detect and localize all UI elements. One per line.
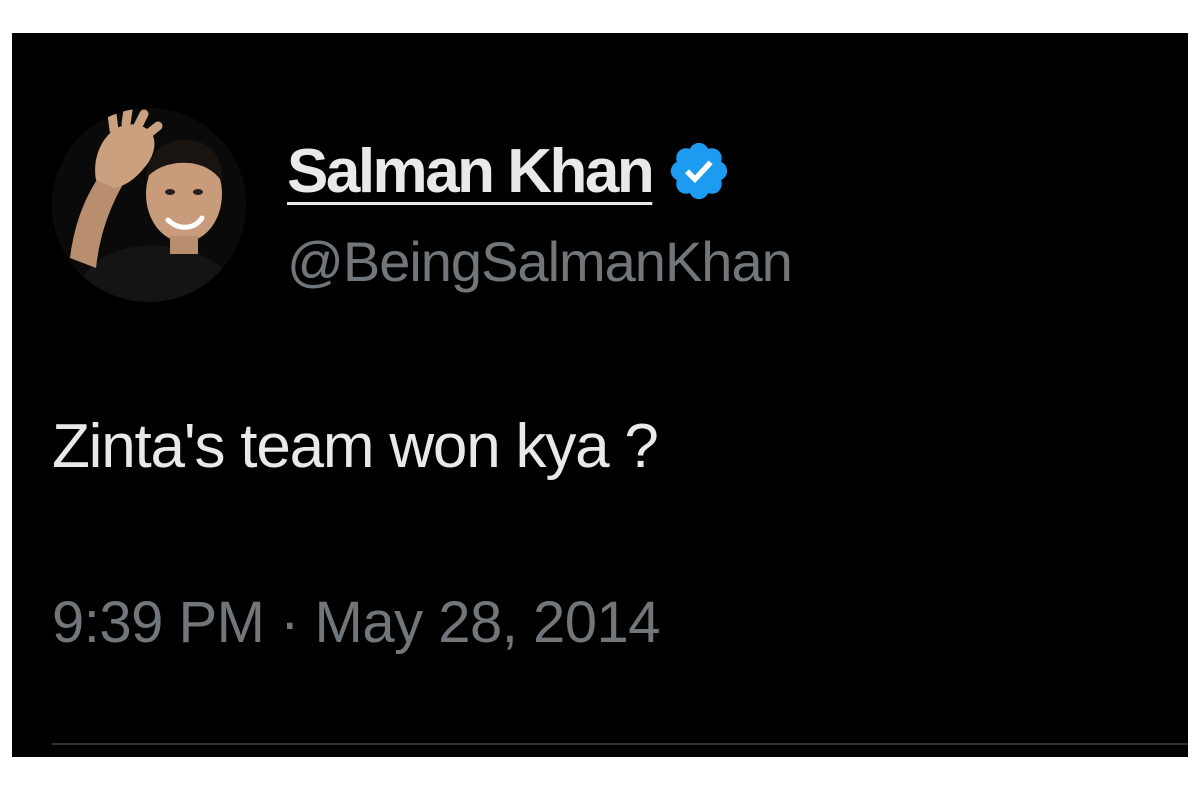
tweet-timestamp[interactable]: 9:39 PM · May 28, 2014 [52, 589, 661, 656]
author-avatar[interactable] [52, 108, 246, 302]
author-handle[interactable]: @BeingSalmanKhan [287, 229, 793, 294]
tweet-card: Salman Khan @BeingSalmanKhan Zinta's tea… [12, 33, 1188, 757]
author-name-row: Salman Khan [287, 131, 732, 211]
divider [52, 743, 1188, 745]
verified-badge-icon [671, 142, 728, 200]
tweet-text: Zinta's team won kya ? [52, 412, 659, 481]
avatar-image [52, 108, 246, 302]
author-display-name[interactable]: Salman Khan [287, 136, 655, 207]
